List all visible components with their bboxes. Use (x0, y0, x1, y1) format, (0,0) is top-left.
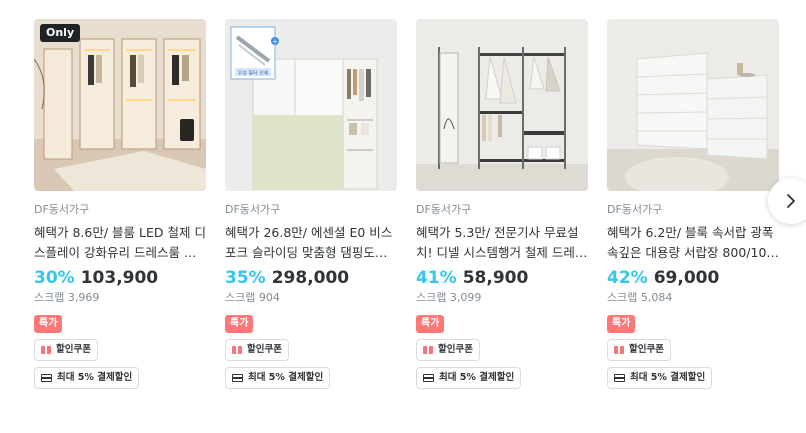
coupon-label: 할인쿠폰 (438, 344, 473, 355)
payment-discount-chip: 최대 5% 결제할인 (607, 367, 713, 389)
price: 69,000 (653, 268, 720, 288)
discount-rate: 35% (225, 268, 266, 288)
scrap-count: 스크랩 3,969 (34, 291, 100, 304)
scrap-count: 스크랩 904 (225, 291, 280, 304)
product-card[interactable]: 우성 필터 인쇄 + DF동서가구 혜택가 26.8만/ 에센셜 E0 비스포크… (225, 19, 397, 389)
scrap-count: 스크랩 5,084 (607, 291, 673, 304)
product-card[interactable]: DF동서가구 혜택가 5.3만/ 전문기사 무료설치! 디넬 시스템행거 철제 … (416, 19, 588, 389)
brand-name[interactable]: DF동서가구 (416, 203, 588, 217)
special-badge: 특가 (225, 315, 254, 333)
price: 58,900 (462, 268, 529, 288)
credit-card-icon (614, 374, 625, 382)
product-image[interactable]: Only (34, 19, 206, 191)
price-line: 35% 298,000 (225, 267, 397, 289)
special-badge: 특가 (607, 315, 636, 333)
discount-rate: 42% (607, 268, 648, 288)
svg-text:+: + (272, 38, 278, 46)
payment-discount-label: 최대 5% 결제할인 (57, 372, 133, 383)
product-title[interactable]: 혜택가 5.3만/ 전문기사 무료설치! 디넬 시스템행거 철제 드레스룸 4.… (416, 223, 588, 263)
product-carousel: Only DF동서가구 혜택가 8.6만/ 블룸 LED 철제 디스플레이 강화… (34, 19, 779, 389)
coupon-chip: 할인쿠폰 (416, 339, 480, 361)
payment-discount-chip: 최대 5% 결제할인 (416, 367, 522, 389)
coupon-icon (41, 346, 51, 354)
payment-discount-label: 최대 5% 결제할인 (439, 372, 515, 383)
credit-card-icon (232, 374, 243, 382)
payment-discount-label: 최대 5% 결제할인 (248, 372, 324, 383)
coupon-label: 할인쿠폰 (56, 344, 91, 355)
discount-rate: 30% (34, 268, 75, 288)
credit-card-icon (41, 374, 52, 382)
coupon-chip: 할인쿠폰 (34, 339, 98, 361)
coupon-chip: 할인쿠폰 (607, 339, 671, 361)
price-line: 30% 103,900 (34, 267, 206, 289)
product-card[interactable]: Only DF동서가구 혜택가 8.6만/ 블룸 LED 철제 디스플레이 강화… (34, 19, 206, 389)
coupon-icon (232, 346, 242, 354)
product-card[interactable]: DF동서가구 혜택가 6.2만/ 블룩 속서랍 광폭 속깊은 대용량 서랍장 8… (607, 19, 779, 389)
price-line: 42% 69,000 (607, 267, 779, 289)
discount-rate: 41% (416, 268, 457, 288)
coupon-label: 할인쿠폰 (629, 344, 664, 355)
special-badge: 특가 (34, 315, 63, 333)
product-image[interactable] (416, 19, 588, 191)
coupon-label: 할인쿠폰 (247, 344, 282, 355)
price: 298,000 (271, 268, 350, 288)
product-title[interactable]: 혜택가 6.2만/ 블룩 속서랍 광폭 속깊은 대용량 서랍장 800/1000… (607, 223, 779, 263)
coupon-icon (423, 346, 433, 354)
payment-discount-chip: 최대 5% 결제할인 (225, 367, 331, 389)
product-image[interactable] (607, 19, 779, 191)
product-image[interactable]: 우성 필터 인쇄 + (225, 19, 397, 191)
scrap-count: 스크랩 3,099 (416, 291, 482, 304)
product-title[interactable]: 혜택가 8.6만/ 블룸 LED 철제 디스플레이 강화유리 드레스룸 행거형.… (34, 223, 206, 263)
coupon-chip: 할인쿠폰 (225, 339, 289, 361)
payment-discount-chip: 최대 5% 결제할인 (34, 367, 140, 389)
price: 103,900 (80, 268, 159, 288)
brand-name[interactable]: DF동서가구 (225, 203, 397, 217)
price-line: 41% 58,900 (416, 267, 588, 289)
brand-name[interactable]: DF동서가구 (34, 203, 206, 217)
chevron-right-icon (787, 194, 795, 208)
product-title[interactable]: 혜택가 26.8만/ 에센셜 E0 비스포크 슬라이딩 맞춤형 댐핑도어 옷..… (225, 223, 397, 263)
inset-label: 우성 필터 인쇄 (238, 70, 269, 77)
payment-discount-label: 최대 5% 결제할인 (630, 372, 706, 383)
special-badge: 특가 (416, 315, 445, 333)
carousel-next-button[interactable] (768, 178, 806, 224)
brand-name[interactable]: DF동서가구 (607, 203, 779, 217)
only-badge: Only (40, 24, 81, 42)
credit-card-icon (423, 374, 434, 382)
coupon-icon (614, 346, 624, 354)
